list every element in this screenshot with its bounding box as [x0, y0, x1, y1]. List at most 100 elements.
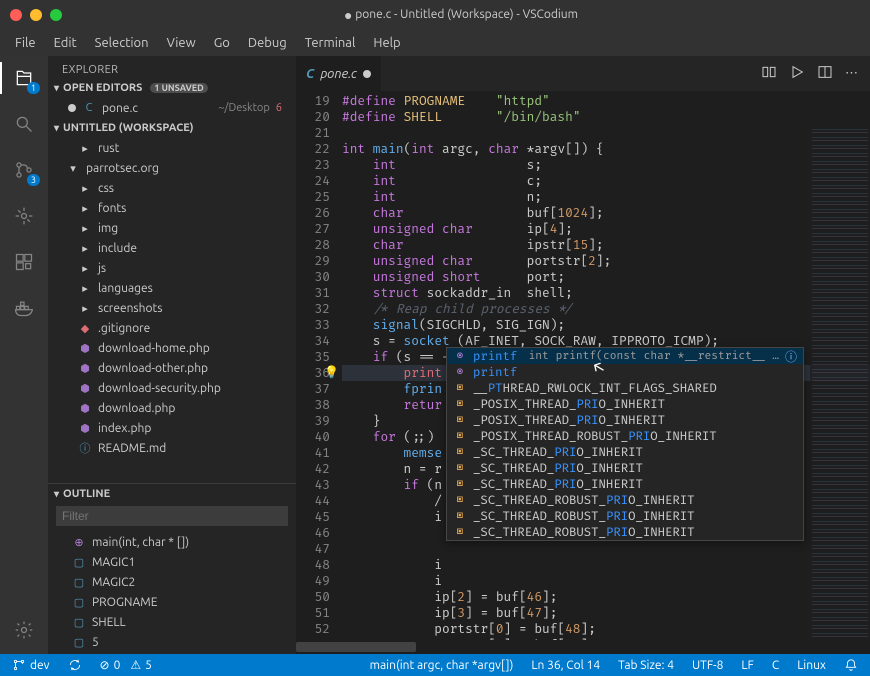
source-control-icon[interactable]: 3	[10, 156, 38, 184]
tree-item-screenshots[interactable]: ▸screenshots	[48, 298, 296, 318]
tree-item-download-other-php[interactable]: ⬢download-other.php	[48, 358, 296, 378]
code-line[interactable]: char ipstr[15];	[342, 237, 870, 253]
docker-icon[interactable]	[10, 294, 38, 322]
menu-file[interactable]: File	[8, 34, 43, 52]
notifications-icon[interactable]	[840, 658, 862, 672]
code-line[interactable]: /* Reap child processes */	[342, 301, 870, 317]
menu-selection[interactable]: Selection	[88, 34, 156, 52]
intellisense-popup[interactable]: ◉ printf int printf(const char *__restri…	[446, 347, 804, 541]
code-line[interactable]: ip[3] = buf[47];	[342, 605, 870, 621]
tree-item-rust[interactable]: ▸rust	[48, 138, 296, 158]
code-line[interactable]: int s;	[342, 157, 870, 173]
more-actions-icon[interactable]: ⋯	[845, 66, 858, 81]
tree-item-include[interactable]: ▸include	[48, 238, 296, 258]
code-line[interactable]	[342, 541, 870, 557]
status-cursor[interactable]: Ln 36, Col 14	[527, 658, 604, 672]
status-branch[interactable]: dev	[8, 658, 54, 672]
horizontal-scrollbar[interactable]	[296, 640, 810, 654]
code-line[interactable]: portstr[0] = buf[48];	[342, 621, 870, 637]
outline-MAGIC1[interactable]: ▢MAGIC1	[48, 552, 296, 572]
status-os[interactable]: Linux	[793, 658, 830, 672]
status-problems[interactable]: ⊘0 ⚠5	[96, 658, 156, 672]
code-line[interactable]: unsigned char portstr[2];	[342, 253, 870, 269]
open-editors-header[interactable]: ▾ OPEN EDITORS 1 UNSAVED	[48, 80, 296, 96]
intellisense-item[interactable]: ▣ _SC_THREAD_PRIO_INHERIT	[447, 460, 803, 476]
minimize-window[interactable]	[30, 9, 42, 21]
split-editor-icon[interactable]	[817, 64, 833, 83]
intellisense-item[interactable]: ◉ printf int printf(const char *__restri…	[447, 348, 803, 364]
intellisense-item[interactable]: ▣ _POSIX_THREAD_ROBUST_PRIO_INHERIT	[447, 428, 803, 444]
tree-item-languages[interactable]: ▸languages	[48, 278, 296, 298]
tree-item-js[interactable]: ▸js	[48, 258, 296, 278]
menu-edit[interactable]: Edit	[47, 34, 84, 52]
tree-item-README-md[interactable]: ⓘREADME.md	[48, 438, 296, 458]
status-encoding[interactable]: UTF-8	[688, 658, 727, 672]
tab-pone-c[interactable]: C pone.c	[296, 56, 382, 91]
open-editor-item[interactable]: C pone.c~/Desktop6	[48, 98, 296, 118]
code-line[interactable]: unsigned char ip[4];	[342, 221, 870, 237]
maximize-window[interactable]	[50, 9, 62, 21]
intellisense-item[interactable]: ▣ _SC_THREAD_ROBUST_PRIO_INHERIT	[447, 524, 803, 540]
code-line[interactable]: unsigned short port;	[342, 269, 870, 285]
status-sync[interactable]	[64, 658, 86, 672]
tree-item-download-security-php[interactable]: ⬢download-security.php	[48, 378, 296, 398]
status-context[interactable]: main(int argc, char *argv[])	[366, 658, 518, 672]
close-window[interactable]	[10, 9, 22, 21]
completion-kind-icon: ▣	[453, 414, 467, 426]
outline-5[interactable]: ▢5	[48, 632, 296, 652]
intellisense-item[interactable]: ▣ _SC_THREAD_ROBUST_PRIO_INHERIT	[447, 508, 803, 524]
outline-filter-input[interactable]	[56, 506, 288, 526]
search-icon[interactable]	[10, 110, 38, 138]
code-line[interactable]: int n;	[342, 189, 870, 205]
intellisense-item[interactable]: ▣ _SC_THREAD_PRIO_INHERIT	[447, 476, 803, 492]
outline-SHELL[interactable]: ▢SHELL	[48, 612, 296, 632]
intellisense-item[interactable]: ▣ _POSIX_THREAD_PRIO_INHERIT	[447, 412, 803, 428]
menu-debug[interactable]: Debug	[241, 34, 294, 52]
menu-terminal[interactable]: Terminal	[298, 34, 363, 52]
intellisense-item[interactable]: ▣ __PTHREAD_RWLOCK_INT_FLAGS_SHARED	[447, 380, 803, 396]
intellisense-item[interactable]: ▣ _SC_THREAD_ROBUST_PRIO_INHERIT	[447, 492, 803, 508]
tree-item-index-php[interactable]: ⬢index.php	[48, 418, 296, 438]
tree-item-download-php[interactable]: ⬢download.php	[48, 398, 296, 418]
settings-icon[interactable]	[10, 616, 38, 644]
code-line[interactable]: int main(int argc, char *argv[]) {	[342, 141, 870, 157]
menu-go[interactable]: Go	[207, 34, 237, 52]
workspace-header[interactable]: ▾ UNTITLED (WORKSPACE)	[48, 120, 296, 136]
explorer-icon[interactable]: 1	[10, 64, 38, 92]
code-line[interactable]: i	[342, 557, 870, 573]
code-line[interactable]	[342, 125, 870, 141]
outline-main-int-char-[interactable]: ⊕main(int, char * [])	[48, 532, 296, 552]
tree-item-css[interactable]: ▸css	[48, 178, 296, 198]
code-line[interactable]: i	[342, 573, 870, 589]
menu-view[interactable]: View	[160, 34, 203, 52]
intellisense-item[interactable]: ▣ _POSIX_THREAD_PRIO_INHERIT	[447, 396, 803, 412]
outline-PROGNAME[interactable]: ▢PROGNAME	[48, 592, 296, 612]
status-tabsize[interactable]: Tab Size: 4	[614, 658, 678, 672]
tree-item-download-home-php[interactable]: ⬢download-home.php	[48, 338, 296, 358]
code-line[interactable]: #define PROGNAME "httpd"	[342, 93, 870, 109]
tree-item-parrotsec-org[interactable]: ▾parrotsec.org	[48, 158, 296, 178]
info-icon[interactable]: ⓘ	[785, 348, 797, 365]
code-line[interactable]: char buf[1024];	[342, 205, 870, 221]
debug-icon[interactable]	[10, 202, 38, 230]
code-line[interactable]: signal(SIGCHLD, SIG_IGN);	[342, 317, 870, 333]
lightbulb-icon[interactable]: 💡	[324, 365, 339, 381]
tree-item--gitignore[interactable]: ◆.gitignore	[48, 318, 296, 338]
code-line[interactable]: ip[2] = buf[46];	[342, 589, 870, 605]
code-line[interactable]: #define SHELL "/bin/bash"	[342, 109, 870, 125]
compare-icon[interactable]	[761, 64, 777, 83]
status-eol[interactable]: LF	[737, 658, 757, 672]
status-lang[interactable]: C	[768, 658, 783, 672]
tree-item-img[interactable]: ▸img	[48, 218, 296, 238]
intellisense-item[interactable]: ▣ _SC_THREAD_PRIO_INHERIT	[447, 444, 803, 460]
code-line[interactable]: int c;	[342, 173, 870, 189]
run-icon[interactable]	[789, 64, 805, 83]
intellisense-item[interactable]: ◉ printf	[447, 364, 803, 380]
tree-item-fonts[interactable]: ▸fonts	[48, 198, 296, 218]
menu-help[interactable]: Help	[366, 34, 407, 52]
code-line[interactable]: struct sockaddr_in shell;	[342, 285, 870, 301]
extensions-icon[interactable]	[10, 248, 38, 276]
minimap[interactable]	[810, 126, 870, 640]
outline-MAGIC2[interactable]: ▢MAGIC2	[48, 572, 296, 592]
outline-header[interactable]: ▾ OUTLINE	[48, 483, 296, 502]
